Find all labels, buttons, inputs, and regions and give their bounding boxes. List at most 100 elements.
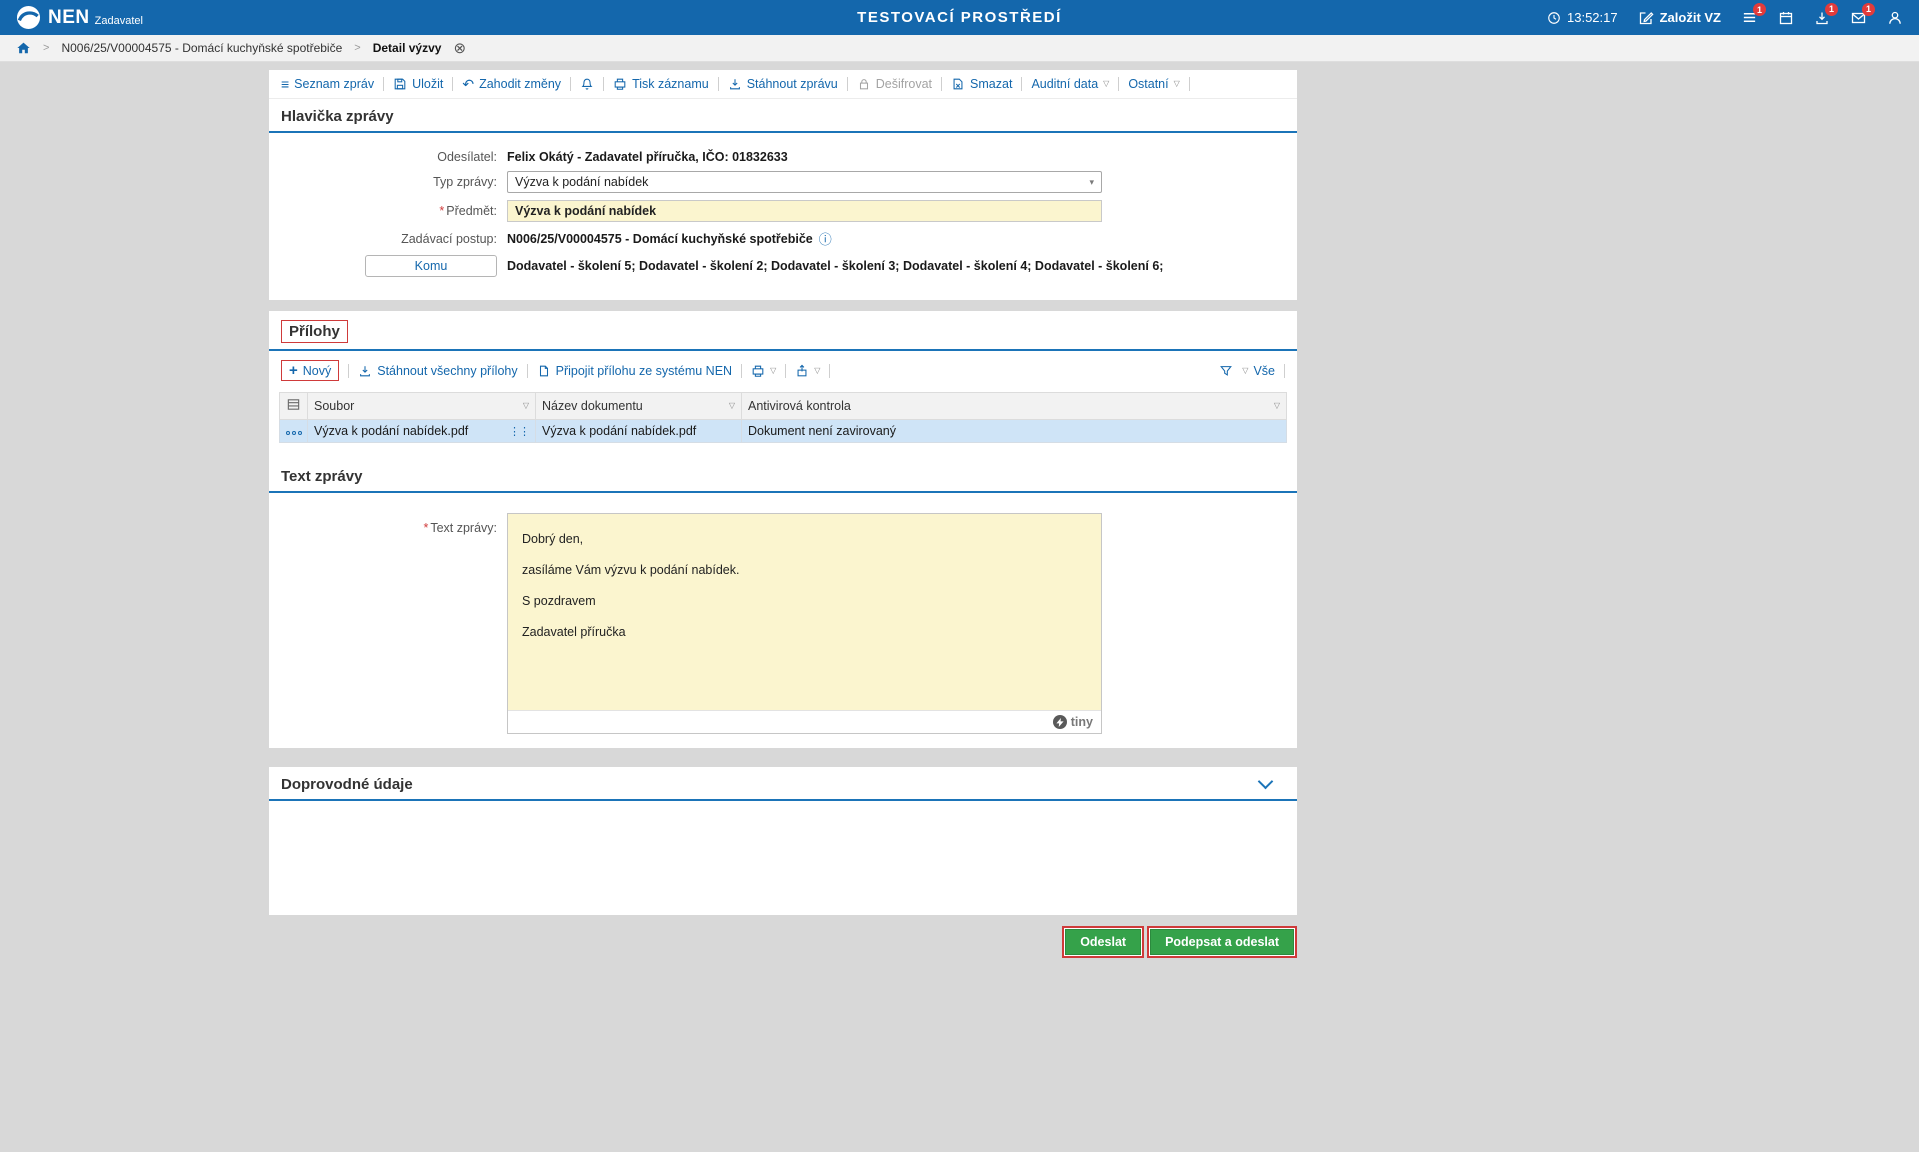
section-head-text-zpravy: Text zprávy bbox=[269, 459, 1297, 493]
app-title: NEN bbox=[48, 6, 90, 28]
menu-button[interactable]: 1 bbox=[1741, 3, 1766, 25]
create-vz-button[interactable]: Založit VZ bbox=[1638, 10, 1721, 26]
column-soubor[interactable]: Soubor ▽ bbox=[307, 392, 536, 420]
doprovodne-udaje-body bbox=[269, 801, 1297, 915]
close-tab-icon[interactable]: ⊗ bbox=[453, 41, 466, 56]
section-head-doprovodne: Doprovodné údaje bbox=[269, 767, 1297, 801]
show-all-filter-button[interactable]: ▽ Vše bbox=[1242, 364, 1275, 378]
ulozit-button[interactable]: Uložit bbox=[393, 77, 443, 91]
required-mark: * bbox=[423, 521, 429, 535]
attachments-and-text-panel: Přílohy + Nový Stáhnout všechny přílohy … bbox=[269, 311, 1297, 748]
attachments-table: Soubor ▽ Název dokumentu ▽ Antivirová kont… bbox=[279, 392, 1287, 443]
typ-zpravy-select[interactable]: Výzva k podání nabídek ▾ bbox=[507, 171, 1102, 193]
column-nazev-dokumentu[interactable]: Název dokumentu ▽ bbox=[535, 392, 742, 420]
divider bbox=[846, 77, 848, 91]
notification-bell-button[interactable] bbox=[580, 77, 594, 91]
calendar-icon bbox=[1779, 11, 1793, 24]
text-zpravy-editor: Dobrý den, zasíláme Vám výzvu k podání n… bbox=[507, 513, 1102, 734]
delete-icon bbox=[953, 78, 963, 90]
komu-button[interactable]: Komu bbox=[365, 255, 497, 277]
app-subtitle: Zadavatel bbox=[94, 14, 143, 27]
divider bbox=[1021, 77, 1023, 91]
breadcrumb-procedure-link[interactable]: N006/25/V00004575 - Domácí kuchyňské spo… bbox=[61, 41, 342, 55]
ostatni-button[interactable]: Ostatní ▽ bbox=[1128, 77, 1179, 91]
typ-zpravy-label: Typ zprávy: bbox=[433, 175, 497, 189]
save-icon bbox=[394, 78, 406, 90]
export-attachments-button[interactable]: ▽ bbox=[795, 364, 820, 378]
cell-nazev: Výzva k podání nabídek.pdf bbox=[535, 419, 742, 443]
plus-icon: + bbox=[289, 362, 298, 379]
message-header-fields: Odesílatel: Felix Okátý - Zadavatel přír… bbox=[269, 133, 1297, 300]
attach-from-nen-button[interactable]: Připojit přílohu ze systému NEN bbox=[537, 364, 732, 378]
downloads-button[interactable]: 1 bbox=[1814, 2, 1838, 26]
tisk-zaznamu-button[interactable]: Tisk záznamu bbox=[613, 77, 709, 91]
desifrovat-button[interactable]: Dešifrovat bbox=[857, 77, 932, 91]
attachment-row[interactable]: Výzva k podání nabídek.pdf ⋮⋮ Výzva k pod… bbox=[279, 419, 1287, 443]
document-attach-icon bbox=[539, 365, 548, 376]
download-all-attachments-button[interactable]: Stáhnout všechny přílohy bbox=[358, 364, 518, 378]
filter-triangle-icon[interactable]: ▽ bbox=[523, 402, 529, 410]
section-title-hlavicka: Hlavička zprávy bbox=[281, 108, 394, 125]
filter-triangle-icon[interactable]: ▽ bbox=[1274, 402, 1280, 410]
divider bbox=[526, 363, 528, 378]
page-background: ≡ Seznam zpráv Uložit ↶ Zahodit změny Ti… bbox=[0, 62, 1919, 958]
lock-icon bbox=[859, 79, 868, 90]
messages-button[interactable]: 1 bbox=[1850, 2, 1875, 26]
odeslat-highlight: Odeslat bbox=[1062, 926, 1145, 958]
zahodit-zmeny-button[interactable]: ↶ Zahodit změny bbox=[462, 77, 561, 91]
field-predmet: * Předmět: bbox=[269, 200, 1297, 222]
bolt-icon bbox=[1052, 715, 1067, 729]
auditni-data-button[interactable]: Auditní data ▽ bbox=[1031, 77, 1109, 91]
predmet-input[interactable] bbox=[507, 200, 1102, 222]
profile-button[interactable] bbox=[1887, 10, 1903, 26]
share-icon bbox=[797, 364, 807, 376]
current-time: 13:52:17 bbox=[1567, 10, 1618, 25]
info-icon[interactable]: ⓘ bbox=[819, 229, 832, 248]
chevron-right-icon: > bbox=[354, 42, 361, 54]
podepsat-highlight: Podepsat a odeslat bbox=[1147, 926, 1297, 958]
funnel-icon bbox=[1220, 365, 1233, 376]
column-antivirova-kontrola[interactable]: Antivirová kontrola ▽ bbox=[741, 392, 1287, 420]
cell-antivir: Dokument není zavirovaný bbox=[741, 419, 1287, 443]
stahnout-zpravu-button[interactable]: Stáhnout zprávu bbox=[728, 77, 838, 91]
doprovodne-udaje-panel: Doprovodné údaje bbox=[269, 767, 1297, 915]
odeslat-button[interactable]: Odeslat bbox=[1065, 929, 1142, 955]
editor-statusbar: tiny bbox=[508, 710, 1101, 733]
drag-handle-icon[interactable]: ⋮⋮ bbox=[509, 425, 530, 438]
dropdown-triangle-icon: ▽ bbox=[770, 365, 777, 375]
divider bbox=[785, 363, 787, 378]
podepsat-a-odeslat-button[interactable]: Podepsat a odeslat bbox=[1150, 929, 1294, 955]
person-icon bbox=[1889, 11, 1901, 24]
row-menu-dots-icon[interactable] bbox=[286, 431, 302, 435]
seznam-zprav-button[interactable]: ≡ Seznam zpráv bbox=[281, 77, 374, 91]
divider bbox=[570, 77, 572, 91]
komu-value: Dodavatel - školení 5; Dodavatel - škole… bbox=[507, 259, 1164, 273]
field-zadavaci-postup: Zadávací postup: N006/25/V00004575 - Dom… bbox=[269, 229, 1297, 248]
divider bbox=[1118, 77, 1120, 91]
smazat-button[interactable]: Smazat bbox=[951, 77, 1012, 91]
column-select[interactable] bbox=[279, 392, 308, 420]
printer-icon bbox=[614, 78, 626, 90]
chevron-right-icon: > bbox=[43, 42, 50, 54]
divider bbox=[741, 363, 743, 378]
dropdown-triangle-icon: ▽ bbox=[1103, 79, 1110, 88]
row-menu-cell[interactable] bbox=[279, 419, 308, 443]
nen-logo[interactable]: NEN Zadavatel bbox=[16, 5, 143, 30]
message-detail-panel: ≡ Seznam zpráv Uložit ↶ Zahodit změny Ti… bbox=[269, 70, 1297, 300]
typ-zpravy-selected-value: Výzva k podání nabídek bbox=[515, 175, 649, 189]
print-attachments-button[interactable]: ▽ bbox=[751, 364, 776, 378]
new-attachment-button[interactable]: + Nový bbox=[281, 360, 340, 381]
odesilatel-value: Felix Okátý - Zadavatel příručka, IČO: 0… bbox=[507, 150, 788, 164]
calendar-button[interactable] bbox=[1778, 10, 1794, 26]
divider bbox=[1284, 363, 1285, 378]
collapse-chevron-icon[interactable] bbox=[1257, 773, 1274, 790]
main-toolbar: ≡ Seznam zpráv Uložit ↶ Zahodit změny Ti… bbox=[269, 70, 1297, 99]
zadavaci-postup-label: Zadávací postup: bbox=[401, 231, 497, 246]
messages-badge: 1 bbox=[1862, 2, 1875, 16]
text-zpravy-input[interactable]: Dobrý den, zasíláme Vám výzvu k podání n… bbox=[508, 514, 1101, 710]
home-icon[interactable] bbox=[16, 41, 31, 55]
footer-actions: Odeslat Podepsat a odeslat bbox=[269, 926, 1297, 958]
tinymce-logo: tiny bbox=[1052, 715, 1093, 729]
filter-triangle-icon[interactable]: ▽ bbox=[729, 402, 735, 410]
filter-button[interactable] bbox=[1219, 364, 1233, 378]
